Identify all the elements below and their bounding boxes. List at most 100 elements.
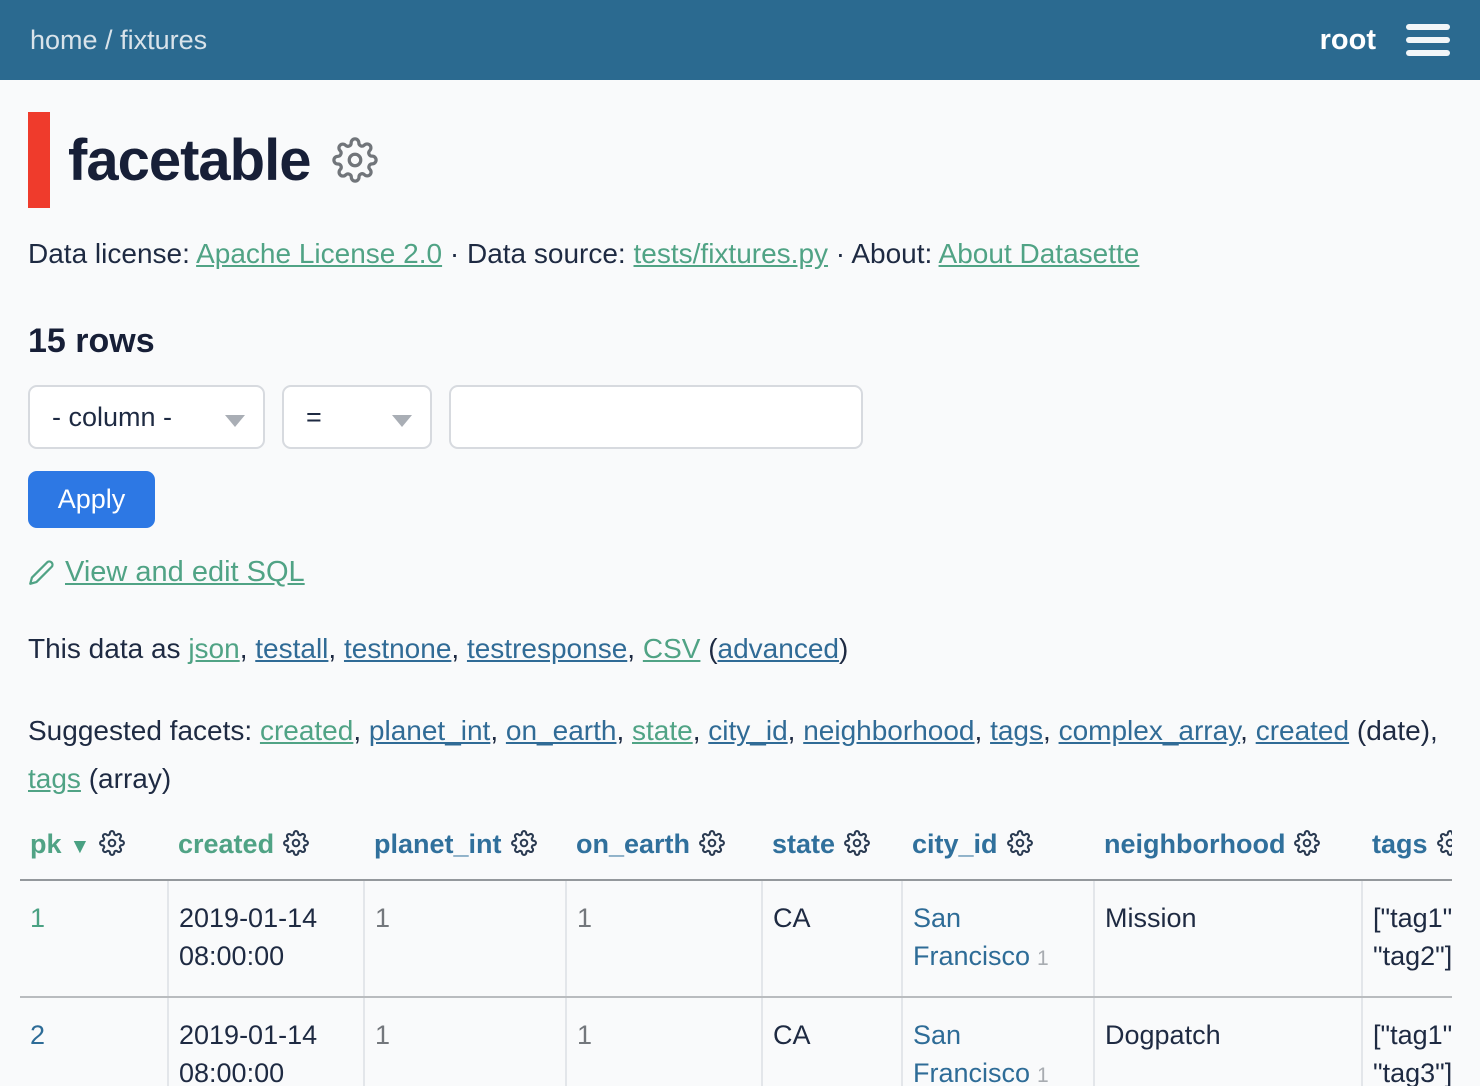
export-link-testall[interactable]: testall [255,633,328,664]
data-table-wrapper: pk ▼ created planet_int on_earth state city_id… [20,825,1452,1086]
export-links: json, testall, testnone, testresponse, C… [188,633,848,664]
filter-value-input[interactable] [449,385,863,449]
planet-int-value: 1 [375,903,390,933]
cell-created: 2019-01-14 08:00:00 [168,997,364,1086]
column-gear-icon[interactable] [283,832,309,862]
filter-column-select[interactable]: - column - [28,385,265,449]
sort-descending-icon: ▼ [70,835,91,858]
foreign-key-id: 1 [1037,947,1049,970]
facet-link-state[interactable]: state [632,715,693,746]
user-menu-link[interactable]: root [1320,24,1376,57]
table-body: 1 2019-01-14 08:00:00 1 1 CA San Francisco 1 Mi… [20,880,1452,1086]
cell-planet_int: 1 [364,880,566,997]
table-header-row: pk ▼ created planet_int on_earth state city_id… [20,825,1452,880]
cell-neighborhood: Dogpatch [1094,997,1362,1086]
metadata-line: Data license: Apache License 2.0 · Data … [28,238,1452,270]
table-settings-gear-icon[interactable] [332,137,378,183]
apply-button[interactable]: Apply [28,471,155,528]
cell-created: 2019-01-14 08:00:00 [168,880,364,997]
column-header-tags: tags [1362,825,1452,880]
facet-link-complex_array[interactable]: complex_array [1059,715,1241,746]
cell-city_id: San Francisco 1 [902,880,1094,997]
facet-link-city_id[interactable]: city_id [708,715,787,746]
column-gear-icon[interactable] [844,832,870,862]
column-header-planet_int: planet_int [364,825,566,880]
column-link-city_id[interactable]: city_id [912,829,998,859]
facet-link-neighborhood[interactable]: neighborhood [803,715,974,746]
facet-link-on_earth[interactable]: on_earth [506,715,617,746]
facet-link-created[interactable]: created [1256,715,1349,746]
export-link-testnone[interactable]: testnone [344,633,451,664]
chevron-down-icon [392,415,412,427]
on-earth-value: 1 [577,903,592,933]
cell-neighborhood: Mission [1094,880,1362,997]
breadcrumb-home-link[interactable]: home [30,25,98,55]
top-nav: home / fixtures root [0,0,1480,80]
cell-state: CA [762,880,902,997]
cell-tags: ["tag1", "tag3"] [1362,997,1452,1086]
column-link-on_earth[interactable]: on_earth [576,829,690,859]
column-gear-icon[interactable] [1437,832,1452,862]
column-gear-icon[interactable] [511,832,537,862]
breadcrumb-db-link[interactable]: fixtures [120,25,207,55]
filter-operator-select[interactable]: = [282,385,432,449]
dot-separator: · [836,238,845,269]
column-header-city_id: city_id [902,825,1094,880]
facet-link-tags[interactable]: tags [990,715,1043,746]
facet-link-created[interactable]: created [260,715,353,746]
export-line: This data as json, testall, testnone, te… [28,633,1452,665]
export-link-json[interactable]: json [188,633,239,664]
column-gear-icon[interactable] [99,832,125,862]
export-link-testresponse[interactable]: testresponse [467,633,627,664]
created-value: 2019-01-14 08:00:00 [179,903,317,971]
table-row: 22019-01-14 08:00:0011CASan Francisco1Do… [20,997,1452,1086]
chevron-down-icon [225,415,245,427]
column-link-state[interactable]: state [772,829,835,859]
cell-planet_int: 1 [364,997,566,1086]
planet-int-value: 1 [375,1020,390,1050]
column-link-created[interactable]: created [178,829,274,859]
cell-on_earth: 1 [566,880,762,997]
column-link-pk[interactable]: pk [30,829,62,859]
source-link[interactable]: tests/fixtures.py [634,238,829,269]
view-edit-sql-link[interactable]: View and edit SQL [65,556,305,589]
source-label: Data source: [467,238,626,269]
state-value: CA [773,903,811,933]
column-link-neighborhood[interactable]: neighborhood [1104,829,1285,859]
dot-separator: · [450,238,459,269]
tags-value: ["tag1", "tag3"] [1373,1020,1452,1086]
row-city-link[interactable]: San Francisco [913,903,1030,971]
column-gear-icon[interactable] [1294,832,1320,862]
column-link-tags[interactable]: tags [1372,829,1428,859]
export-link-CSV[interactable]: CSV [643,633,701,664]
on-earth-value: 1 [577,1020,592,1050]
neighborhood-value: Dogpatch [1105,1020,1221,1050]
facets-prefix: Suggested facets: [28,715,252,746]
cell-tags: ["tag1", "tag2"] [1362,880,1452,997]
row-pk-link[interactable]: 1 [30,903,45,933]
filter-operator-value: = [306,402,322,433]
cell-on_earth: 1 [566,997,762,1086]
row-city-link[interactable]: San Francisco [913,1020,1030,1086]
license-link[interactable]: Apache License 2.0 [196,238,442,269]
column-link-planet_int[interactable]: planet_int [374,829,502,859]
column-header-pk: pk ▼ [20,825,168,880]
filter-row: - column - = [28,385,1452,449]
suggested-facets-line: Suggested facets: created, planet_int, o… [28,707,1452,803]
column-header-created: created [168,825,364,880]
created-value: 2019-01-14 08:00:00 [179,1020,317,1086]
export-link-advanced[interactable]: advanced [718,633,839,664]
facet-link-planet_int[interactable]: planet_int [369,715,490,746]
facet-link-tags[interactable]: tags [28,763,81,794]
tags-value: ["tag1", "tag2"] [1373,903,1452,971]
hamburger-menu-icon[interactable] [1406,24,1450,56]
column-gear-icon[interactable] [699,832,725,862]
column-header-neighborhood: neighborhood [1094,825,1362,880]
column-gear-icon[interactable] [1007,832,1033,862]
breadcrumb: home / fixtures [30,25,207,56]
row-pk-link[interactable]: 2 [30,1020,45,1050]
state-value: CA [773,1020,811,1050]
about-link[interactable]: About Datasette [939,238,1140,269]
title-accent-bar [28,112,50,208]
page-title: facetable [68,127,310,194]
